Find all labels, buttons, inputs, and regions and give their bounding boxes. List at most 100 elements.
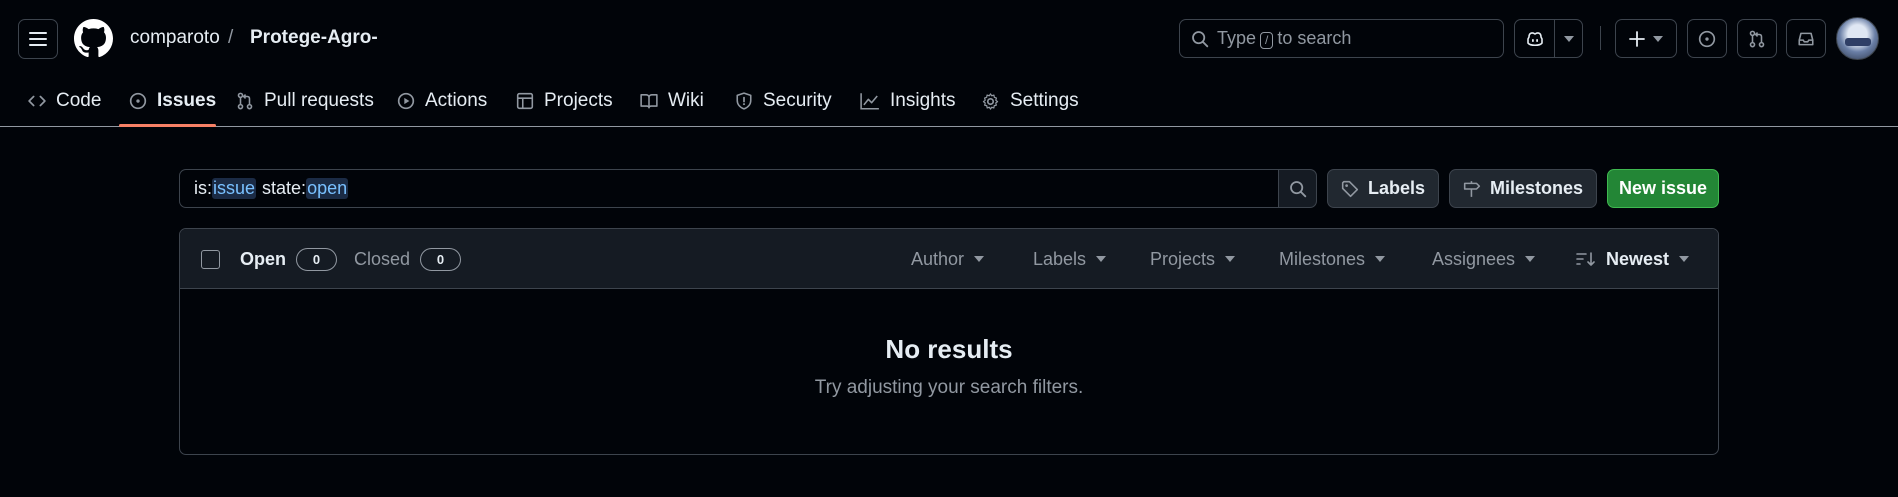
search-placeholder-prefix: Type <box>1217 28 1257 48</box>
query-qualifier-state: state: <box>262 178 307 198</box>
breadcrumb-separator: / <box>228 27 234 48</box>
triangle-down-icon <box>1563 35 1574 42</box>
issues-list-header: Open 0 Closed 0 Author Labels Projects M… <box>180 229 1718 289</box>
filter-search-button[interactable] <box>1278 169 1317 208</box>
issue-opened-icon <box>1698 30 1716 48</box>
labels-button[interactable]: Labels <box>1327 169 1439 208</box>
labels-filter[interactable]: Labels <box>1033 243 1107 275</box>
issues-filter-input[interactable]: is: issue state: open <box>179 169 1278 208</box>
sort-menu[interactable]: Newest <box>1576 243 1690 275</box>
empty-state-title: No results <box>885 334 1013 364</box>
tab-security[interactable]: Security <box>735 76 832 126</box>
your-pull-requests-button[interactable] <box>1737 19 1777 58</box>
open-issues-label: Open <box>240 248 287 269</box>
tab-security-label: Security <box>763 90 832 111</box>
projects-filter[interactable]: Projects <box>1150 243 1236 275</box>
tab-insights-label: Insights <box>890 90 956 111</box>
copilot-button[interactable] <box>1515 20 1556 57</box>
active-tab-indicator <box>119 124 216 127</box>
github-logo-icon[interactable] <box>74 19 113 58</box>
query-value-issue: issue <box>212 178 257 199</box>
new-issue-button[interactable]: New issue <box>1607 169 1719 208</box>
menu-button[interactable] <box>18 19 58 59</box>
open-issues-tab[interactable]: Open 0 <box>240 243 338 275</box>
create-new-button[interactable] <box>1615 19 1677 58</box>
book-icon <box>640 92 658 110</box>
tab-actions-label: Actions <box>425 90 488 111</box>
your-issues-button[interactable] <box>1687 19 1727 58</box>
query-qualifier-is: is: <box>194 178 212 198</box>
triangle-down-icon <box>1525 256 1536 262</box>
triangle-down-icon <box>1096 256 1107 262</box>
tab-actions[interactable]: Actions <box>397 76 487 126</box>
tab-issues[interactable]: Issues <box>129 76 216 126</box>
milestones-button[interactable]: Milestones <box>1449 169 1597 208</box>
graph-icon <box>860 92 880 110</box>
empty-state-subtitle: Try adjusting your search filters. <box>814 377 1084 398</box>
issue-opened-icon <box>129 92 147 110</box>
tab-issues-label: Issues <box>157 90 217 111</box>
author-filter[interactable]: Author <box>911 243 985 275</box>
milestones-filter[interactable]: Milestones <box>1279 243 1386 275</box>
author-filter-label: Author <box>911 248 965 269</box>
query-value-open: open <box>306 178 349 199</box>
closed-issues-label: Closed <box>354 248 411 269</box>
milestones-filter-label: Milestones <box>1279 248 1366 269</box>
labels-filter-label: Labels <box>1033 248 1087 269</box>
hamburger-icon <box>29 31 47 47</box>
code-icon <box>28 92 46 110</box>
sort-menu-label: Newest <box>1606 248 1670 269</box>
tab-settings[interactable]: Settings <box>981 76 1079 126</box>
triangle-down-icon <box>1653 35 1663 42</box>
shield-icon <box>735 92 753 110</box>
milestone-icon <box>1463 180 1481 198</box>
tab-projects[interactable]: Projects <box>516 76 613 126</box>
breadcrumb-owner[interactable]: comparoto <box>130 27 220 49</box>
tab-code[interactable]: Code <box>28 76 101 126</box>
assignees-filter-label: Assignees <box>1432 248 1516 269</box>
inbox-button[interactable] <box>1786 19 1826 58</box>
search-shortcut-key: / <box>1260 32 1274 49</box>
tab-insights[interactable]: Insights <box>860 76 955 126</box>
issues-list: Open 0 Closed 0 Author Labels Projects M… <box>179 228 1719 455</box>
assignees-filter[interactable]: Assignees <box>1432 243 1536 275</box>
milestones-button-label: Milestones <box>1489 178 1584 198</box>
open-issues-counter: 0 <box>296 247 338 271</box>
tab-projects-label: Projects <box>544 90 613 111</box>
global-header: comparoto / Protege-Agro- Type / to search <box>0 0 1898 76</box>
labels-button-label: Labels <box>1367 178 1426 198</box>
table-icon <box>516 92 534 110</box>
select-all-checkbox[interactable] <box>201 250 220 269</box>
gear-icon <box>981 92 1000 111</box>
search-icon <box>1191 30 1209 48</box>
tag-icon <box>1341 180 1359 198</box>
tab-wiki-label: Wiki <box>668 90 704 111</box>
tab-code-label: Code <box>56 90 102 111</box>
breadcrumb-repo[interactable]: Protege-Agro- <box>250 27 378 49</box>
copilot-button-group <box>1514 19 1583 58</box>
triangle-down-icon <box>1225 256 1236 262</box>
global-search-input[interactable]: Type / to search <box>1179 19 1504 58</box>
copilot-dropdown-button[interactable] <box>1555 20 1582 57</box>
plus-icon <box>1629 30 1645 47</box>
git-pull-request-icon <box>1748 30 1766 48</box>
tab-settings-label: Settings <box>1010 90 1079 111</box>
triangle-down-icon <box>1375 256 1386 262</box>
sort-desc-icon <box>1576 251 1596 267</box>
triangle-down-icon <box>1679 256 1690 262</box>
tab-pull-requests[interactable]: Pull requests <box>236 76 374 126</box>
search-placeholder-suffix: to search <box>1277 28 1352 48</box>
git-pull-request-icon <box>236 92 254 110</box>
tab-wiki[interactable]: Wiki <box>640 76 704 126</box>
triangle-down-icon <box>974 256 985 262</box>
repository-nav: Code Issues Pull requests Actions Projec… <box>0 76 1898 127</box>
closed-issues-tab[interactable]: Closed 0 <box>354 243 462 275</box>
user-avatar[interactable] <box>1836 17 1879 60</box>
copilot-icon <box>1525 30 1545 48</box>
closed-issues-counter: 0 <box>420 247 462 271</box>
inbox-icon <box>1797 30 1815 48</box>
header-divider <box>1600 26 1601 50</box>
search-placeholder: Type / to search <box>1217 28 1351 49</box>
projects-filter-label: Projects <box>1150 248 1216 269</box>
search-icon <box>1289 180 1307 198</box>
